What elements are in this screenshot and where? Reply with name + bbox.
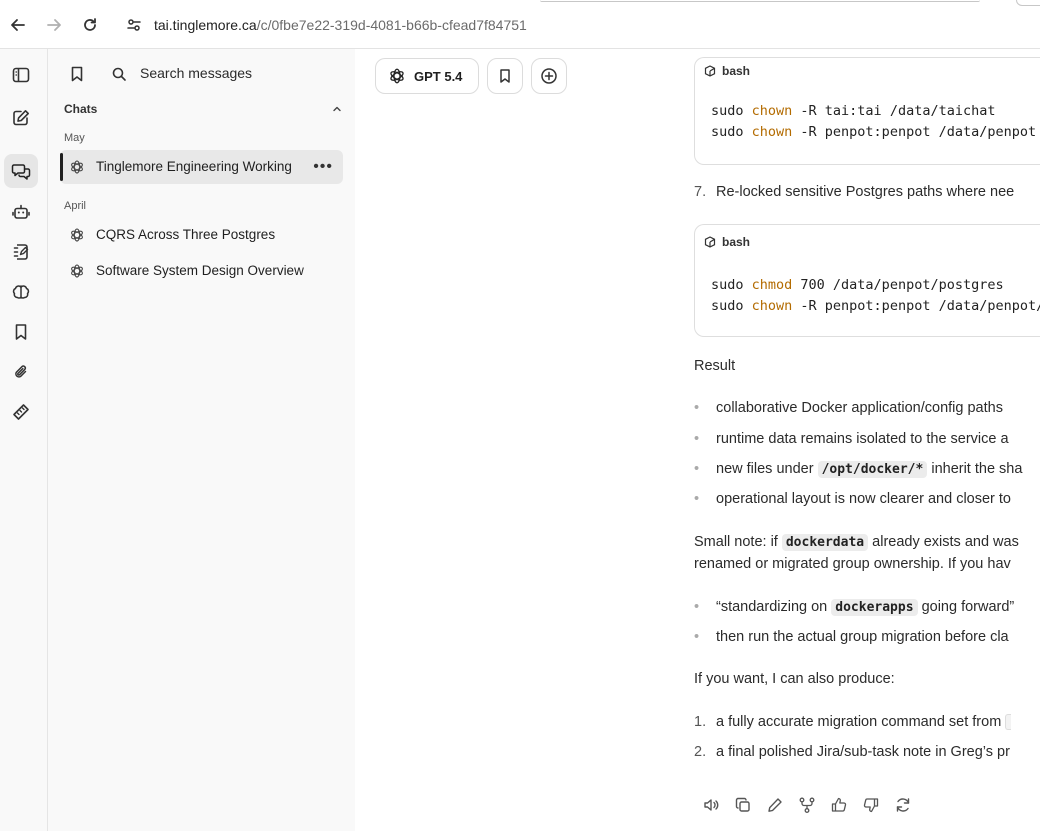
result-heading: Result [694, 358, 736, 374]
code-block: bash sudo chmod 700 /data/penpot/postgre… [694, 224, 1040, 337]
code-text[interactable]: sudo chown -R tai:tai /data/taichat sudo… [695, 84, 1040, 143]
code-cube-icon [704, 236, 722, 248]
paragraph: renamed or migrated group ownership. If … [694, 556, 1011, 572]
group-label: May [64, 132, 85, 144]
tools-ruler-icon[interactable] [4, 395, 38, 429]
conversation-pane: GPT 5.4 bash sudo chown -R tai:tai /data… [355, 49, 1040, 831]
model-label: GPT 5.4 [414, 68, 463, 84]
bullet-icon: • [694, 431, 700, 447]
code-header: bash [695, 58, 1040, 84]
chat-item[interactable]: CQRS Across Three Postgres [60, 218, 343, 252]
add-button[interactable] [531, 58, 567, 94]
thumbs-up-icon[interactable] [823, 793, 855, 817]
agents-robot-icon[interactable] [4, 195, 38, 229]
chat-title: Tinglemore Engineering Working [96, 159, 292, 174]
back-icon[interactable] [0, 7, 36, 43]
list-text: Re-locked sensitive Postgres paths where… [716, 184, 1015, 200]
tab-strip-edge [540, 0, 980, 2]
model-logo-icon [69, 263, 85, 279]
bullet-icon: • [694, 491, 700, 507]
list-number: 7. [694, 184, 707, 200]
sidebar-header: Search messages [48, 59, 355, 91]
section-title: Chats [64, 102, 98, 116]
code-block: bash sudo chown -R tai:tai /data/taichat… [694, 57, 1040, 165]
chevron-up-icon[interactable] [332, 104, 342, 114]
code-text[interactable]: sudo chmod 700 /data/penpot/postgres sud… [695, 259, 1040, 317]
bullet-icon: • [694, 400, 700, 416]
code-cube-icon [704, 65, 722, 77]
code-header: bash [695, 225, 1040, 259]
bookmark-filter-icon[interactable] [68, 65, 86, 83]
list-item: 7. Re-locked sensitive Postgres paths whe… [694, 184, 1014, 200]
bookmarks-icon[interactable] [4, 315, 38, 349]
reload-icon[interactable] [72, 7, 108, 43]
address-bar[interactable]: tai.tinglemore.ca/c/0fbe7e22-319d-4081-b… [116, 8, 1040, 42]
edit-pencil-icon[interactable] [759, 793, 791, 817]
thumbs-down-icon[interactable] [855, 793, 887, 817]
icon-rail [0, 49, 48, 831]
memory-brain-icon[interactable] [4, 275, 38, 309]
model-selector-button[interactable]: GPT 5.4 [375, 58, 479, 94]
model-logo-icon [376, 67, 414, 85]
list-item: 2. a final polished Jira/sub-task note in… [694, 744, 1010, 760]
chat-item[interactable]: Software System Design Overview [60, 254, 343, 288]
bullet-icon: • [694, 461, 700, 477]
read-aloud-icon[interactable] [695, 793, 727, 817]
list-item: • “standardizing on dockerapps going forw… [694, 599, 1015, 616]
prompts-notebook-icon[interactable] [4, 235, 38, 269]
list-item: • collaborative Docker application/config… [694, 400, 1003, 416]
inline-code: dockerdata [781, 534, 869, 551]
bullet-icon: • [694, 629, 700, 645]
list-item: • runtime data remains isolated to the se… [694, 431, 1009, 447]
list-item: • operational layout is now clearer and c… [694, 491, 1011, 507]
chat-sidebar: Search messages Chats May Tinglemore Eng… [48, 49, 355, 831]
model-logo-icon [69, 227, 85, 243]
chats-section-header[interactable]: Chats [64, 102, 342, 116]
chat-title: CQRS Across Three Postgres [96, 227, 276, 242]
copy-icon[interactable] [727, 793, 759, 817]
paragraph: If you want, I can also produce: [694, 671, 895, 687]
site-info-icon[interactable] [126, 17, 142, 33]
list-item: • new files under /opt/docker/* inherit t… [694, 461, 1023, 478]
more-options-icon[interactable]: ••• [313, 158, 333, 176]
chat-item[interactable]: Tinglemore Engineering Working ••• [60, 150, 343, 184]
group-label: April [64, 200, 87, 212]
list-item: • then run the actual group migration bef… [694, 629, 1009, 645]
search-input[interactable]: Search messages [140, 65, 252, 81]
code-language: bash [722, 235, 751, 249]
browser-toolbar: tai.tinglemore.ca/c/0fbe7e22-319d-4081-b… [0, 0, 1040, 49]
search-icon [111, 66, 127, 82]
inline-code: /opt/docker/* [817, 461, 928, 478]
fork-branch-icon[interactable] [791, 793, 823, 817]
bookmark-icon [497, 68, 513, 84]
toggle-sidebar-icon[interactable] [4, 58, 38, 92]
new-chat-icon[interactable] [4, 101, 38, 135]
paragraph: Small note: if dockerdata already exists… [694, 534, 1019, 551]
url-path: /c/0fbe7e22-319d-4081-b66b-cfead7f84751 [256, 17, 527, 33]
tab-strip-edge [1016, 0, 1040, 6]
list-item: 1. a fully accurate migration command set… [694, 714, 1012, 731]
attachments-paperclip-icon[interactable] [4, 355, 38, 389]
bookmark-button[interactable] [487, 58, 523, 94]
chat-title: Software System Design Overview [96, 263, 304, 278]
inline-code: dockerapps [831, 599, 918, 616]
bullet-icon: • [694, 599, 700, 615]
model-logo-icon [69, 159, 85, 175]
inline-code [1005, 714, 1012, 731]
code-language: bash [722, 64, 751, 78]
regenerate-icon[interactable] [887, 793, 919, 817]
url-host: tai.tinglemore.ca [154, 17, 257, 33]
chats-icon[interactable] [4, 154, 38, 188]
plus-circle-icon [540, 67, 558, 85]
forward-icon[interactable] [36, 7, 72, 43]
message-actions [695, 793, 919, 817]
